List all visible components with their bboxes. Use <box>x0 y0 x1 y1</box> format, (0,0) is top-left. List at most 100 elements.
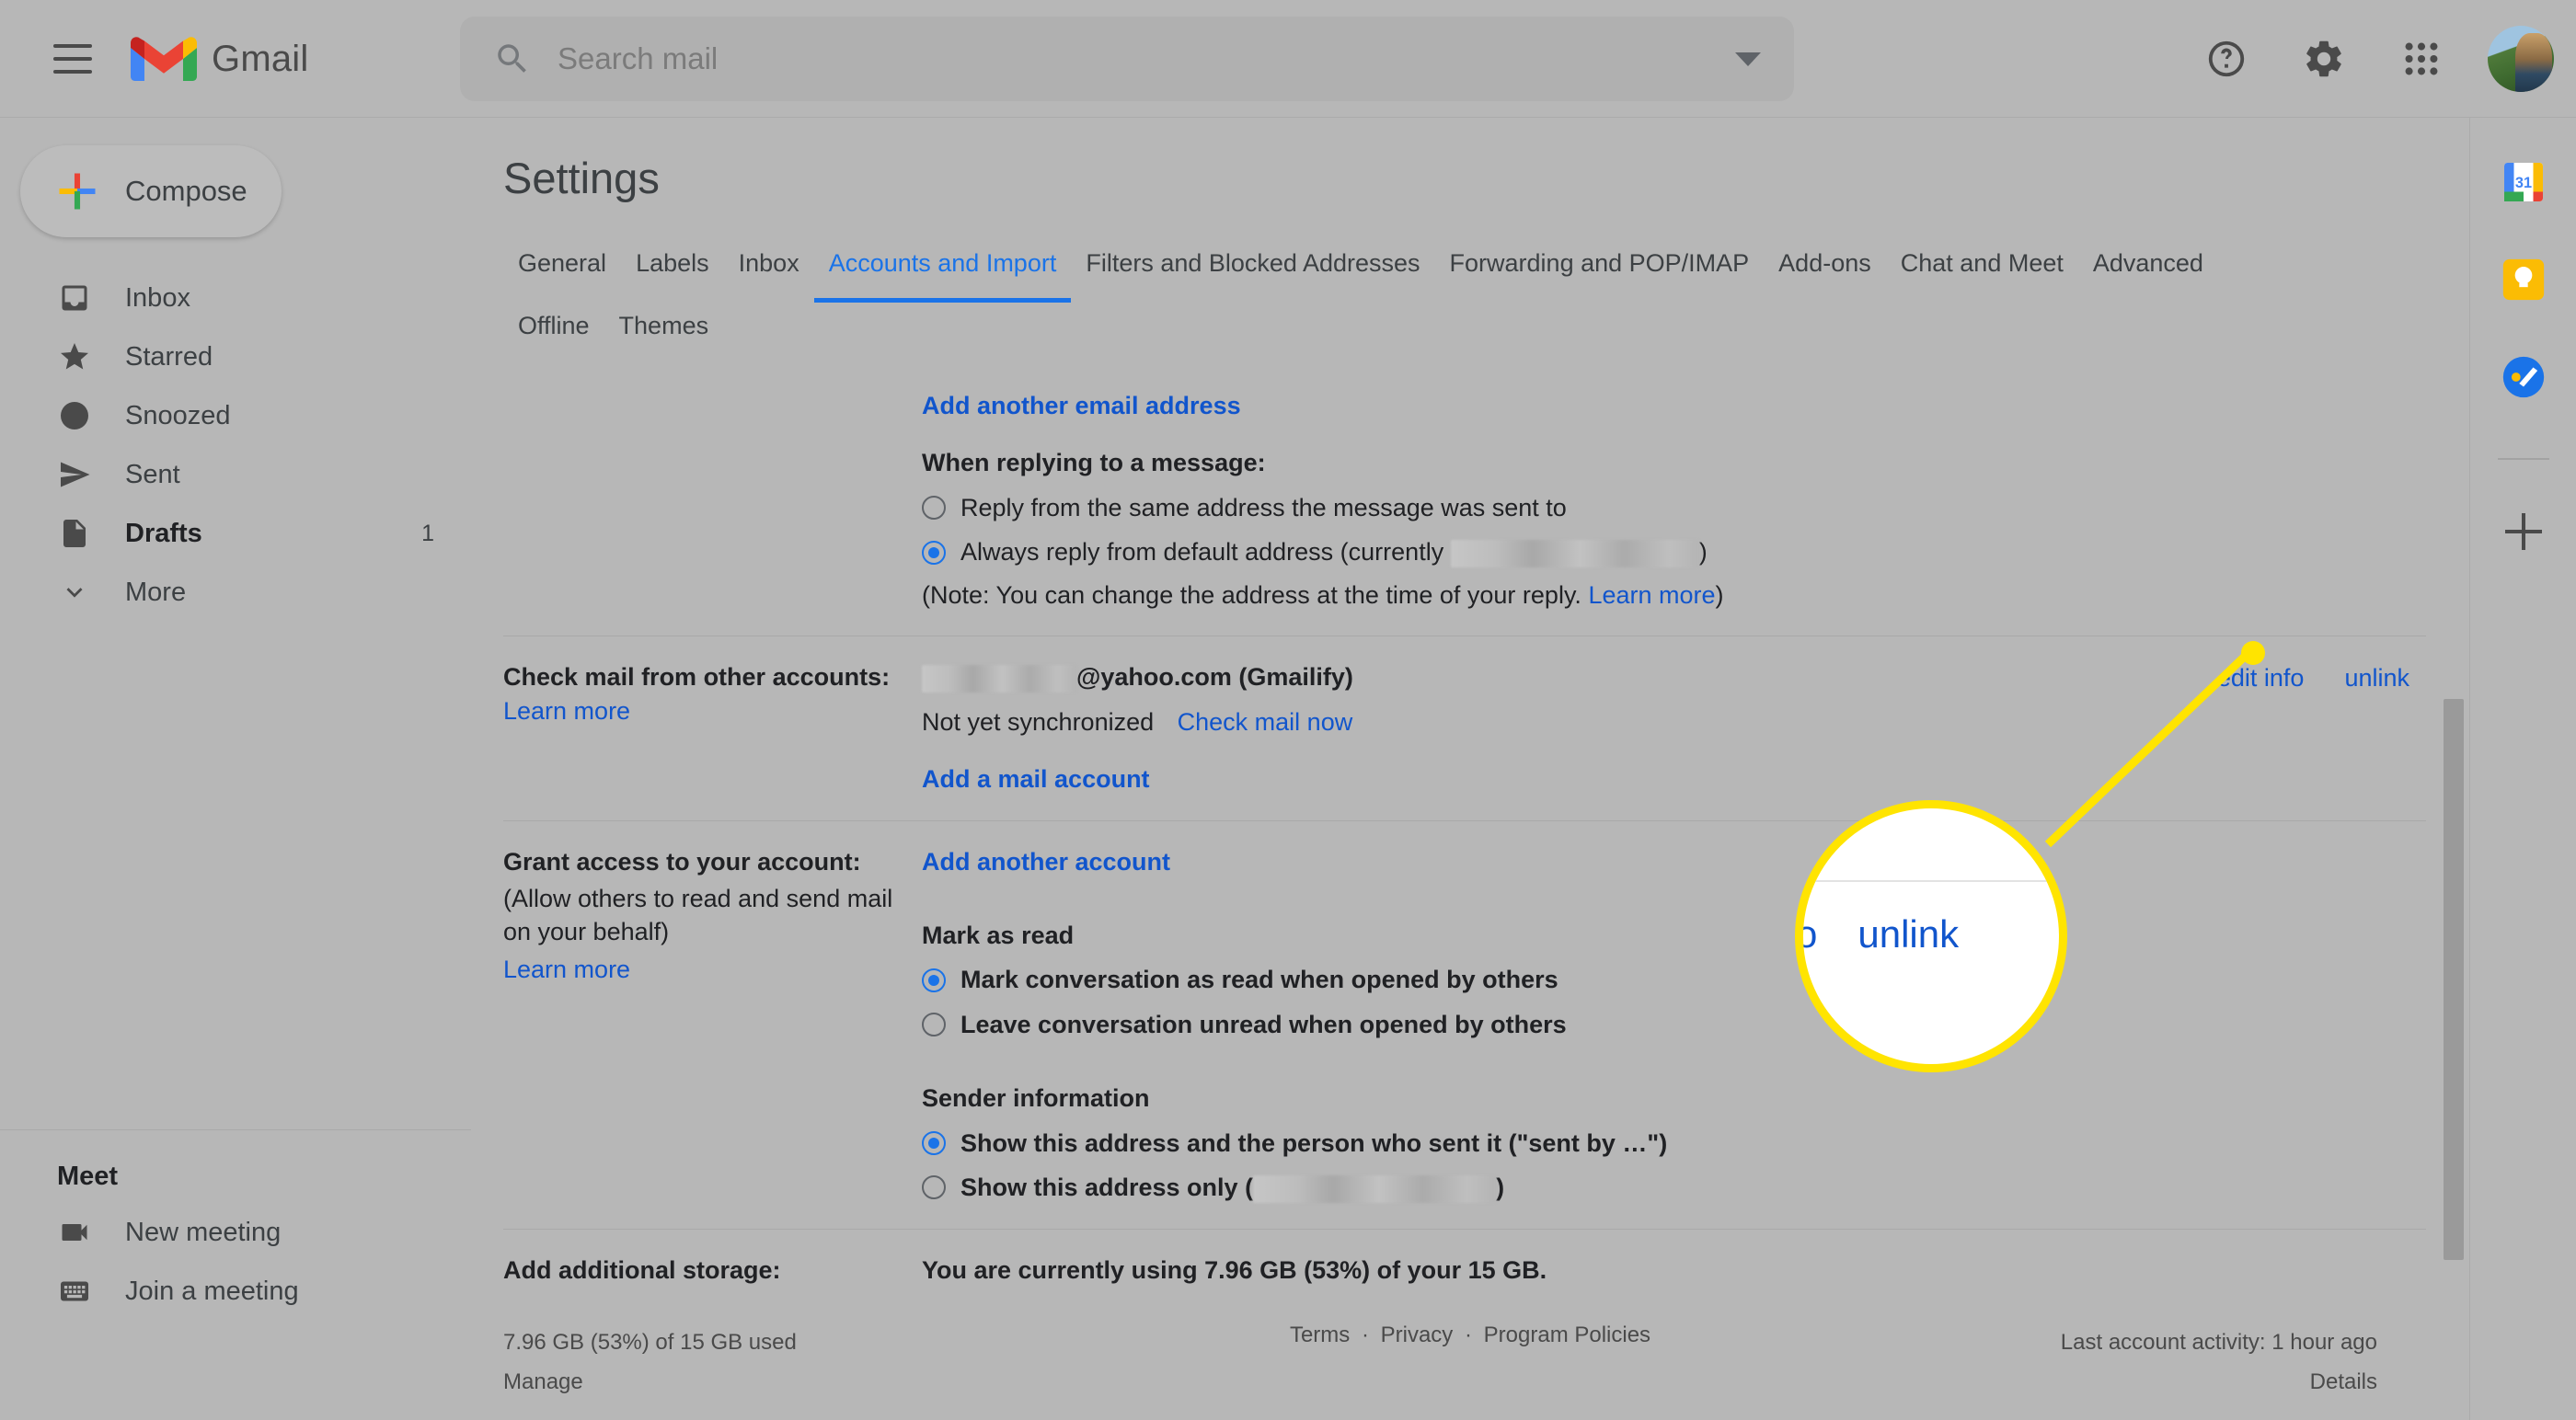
sidebar-item-drafts[interactable]: Drafts 1 <box>0 504 471 563</box>
radio-show-address-only[interactable]: Show this address only () <box>922 1171 2426 1204</box>
hamburger-bar <box>53 57 92 61</box>
learn-more-link[interactable]: Learn more <box>503 956 630 983</box>
redacted-email-address <box>1450 540 1699 568</box>
learn-more-link[interactable]: Learn more <box>503 697 630 725</box>
google-apps-button[interactable] <box>2383 20 2460 97</box>
footer-storage: 7.96 GB (53%) of 15 GB used Manage <box>503 1323 797 1402</box>
radio-button[interactable] <box>922 540 946 565</box>
meet-divider <box>0 1129 471 1130</box>
compose-button[interactable]: Compose <box>20 145 282 237</box>
radio-button[interactable] <box>922 496 946 521</box>
compose-label: Compose <box>125 175 247 207</box>
meet-section: Meet New meeting Join a meeting <box>0 1102 471 1321</box>
last-account-activity: Last account activity: 1 hour ago <box>2060 1330 2377 1355</box>
radio-reply-same-address[interactable]: Reply from the same address the message … <box>922 491 2426 524</box>
meet-title: Meet <box>57 1162 119 1191</box>
radio-leave-conversation-unread[interactable]: Leave conversation unread when opened by… <box>922 1008 2426 1041</box>
tab-advanced[interactable]: Advanced <box>2078 240 2218 303</box>
sidebar-item-label: Snoozed <box>125 400 231 430</box>
radio-button[interactable] <box>922 1013 946 1037</box>
search-input[interactable] <box>558 41 1735 76</box>
radio-button[interactable] <box>922 1175 946 1200</box>
section-grant-access: Grant access to your account: (Allow oth… <box>503 821 2426 1230</box>
tab-chat-and-meet[interactable]: Chat and Meet <box>1886 240 2078 303</box>
user-avatar[interactable] <box>2488 26 2554 92</box>
add-app-button[interactable] <box>2498 506 2549 557</box>
main-menu-button[interactable] <box>33 19 112 98</box>
magnifier-text: o unlink <box>1803 912 2059 956</box>
radio-mark-conversation-read[interactable]: Mark conversation as read when opened by… <box>922 963 2426 996</box>
tab-forwarding-and-pop-imap[interactable]: Forwarding and POP/IMAP <box>1435 240 1765 303</box>
apps-grid-icon <box>2405 42 2438 75</box>
section-body: @yahoo.com (Gmailify) Not yet synchroniz… <box>922 660 2426 796</box>
tab-inbox[interactable]: Inbox <box>724 240 814 303</box>
sidebar-item-new-meeting[interactable]: New meeting <box>0 1203 471 1262</box>
unlink-link[interactable]: unlink <box>2344 664 2409 693</box>
add-a-mail-account-link[interactable]: Add a mail account <box>922 765 1150 793</box>
details-link[interactable]: Details <box>2310 1369 2377 1394</box>
sidebar-item-label: Join a meeting <box>125 1276 299 1306</box>
separator: · <box>1464 1323 1472 1347</box>
radio-label-suffix: ) <box>1698 538 1708 567</box>
settings-content: Add another email address When replying … <box>503 365 2426 1353</box>
sender-information-heading: Sender information <box>922 1084 1150 1113</box>
sidebar-item-inbox[interactable]: Inbox <box>0 269 471 327</box>
radio-label-prefix: Show this address only ( <box>960 1174 1254 1202</box>
note-prefix: (Note: You can change the address at the… <box>922 580 1589 609</box>
search-bar[interactable] <box>460 17 1794 101</box>
tab-themes[interactable]: Themes <box>604 303 724 365</box>
side-apps-panel: 31 <box>2469 118 2576 1420</box>
sync-status-row: Not yet synchronized Check mail now <box>922 705 2426 739</box>
sidebar-item-snoozed[interactable]: Snoozed <box>0 386 471 445</box>
sidebar-item-join-meeting[interactable]: Join a meeting <box>0 1262 471 1321</box>
radio-always-reply-default[interactable]: Always reply from default address (curre… <box>922 535 2426 568</box>
sidebar-item-label: Starred <box>125 341 213 372</box>
terms-link[interactable]: Terms <box>1290 1323 1350 1347</box>
search-options-chevron-down-icon[interactable] <box>1735 52 1761 66</box>
tab-accounts-and-import[interactable]: Accounts and Import <box>813 240 1072 303</box>
settings-button[interactable] <box>2285 20 2363 97</box>
section-label: Check mail from other accounts: Learn mo… <box>503 660 922 796</box>
reply-note: (Note: You can change the address at the… <box>922 578 2426 612</box>
sidebar-item-sent[interactable]: Sent <box>0 445 471 504</box>
draft-icon <box>57 516 92 551</box>
sidebar-item-more[interactable]: More <box>0 563 471 622</box>
footer-account-activity: Last account activity: 1 hour ago Detail… <box>2061 1323 2377 1402</box>
google-calendar-icon[interactable]: 31 <box>2498 156 2549 208</box>
edit-info-link[interactable]: edit info <box>2217 664 2305 693</box>
check-mail-label: Check mail from other accounts: <box>503 663 891 692</box>
tab-offline[interactable]: Offline <box>503 303 604 365</box>
storage-usage-text: You are currently using 7.96 GB (53%) of… <box>922 1255 1547 1284</box>
radio-button[interactable] <box>922 1130 946 1155</box>
check-mail-now-link[interactable]: Check mail now <box>1178 708 1353 736</box>
gmail-brand[interactable]: Gmail <box>131 34 308 84</box>
inbox-icon <box>57 281 92 315</box>
learn-more-link[interactable]: Learn more <box>1588 581 1715 609</box>
radio-button[interactable] <box>922 968 946 992</box>
google-keep-icon[interactable] <box>2498 254 2549 305</box>
program-policies-link[interactable]: Program Policies <box>1484 1323 1650 1347</box>
tab-labels[interactable]: Labels <box>621 240 724 303</box>
sidebar-item-label: Drafts <box>125 518 202 548</box>
page-title: Settings <box>503 154 660 202</box>
google-tasks-icon[interactable] <box>2498 351 2549 403</box>
manage-storage-link[interactable]: Manage <box>503 1369 583 1394</box>
radio-label: Reply from the same address the message … <box>960 493 1567 521</box>
tab-filters-and-blocked-addresses[interactable]: Filters and Blocked Addresses <box>1071 240 1434 303</box>
radio-label: Always reply from default address (curre… <box>960 535 1708 568</box>
brand-name: Gmail <box>212 38 309 79</box>
scrollbar-thumb[interactable] <box>2444 699 2464 1260</box>
tab-general[interactable]: General <box>503 240 621 303</box>
hamburger-bar <box>53 44 92 48</box>
add-another-email-address-link[interactable]: Add another email address <box>922 392 1241 419</box>
sidebar-item-starred[interactable]: Starred <box>0 327 471 386</box>
radio-show-address-and-person[interactable]: Show this address and the person who sen… <box>922 1127 2426 1160</box>
plus-icon <box>59 173 96 210</box>
tab-add-ons[interactable]: Add-ons <box>1764 240 1886 303</box>
separator: · <box>1361 1323 1369 1347</box>
privacy-link[interactable]: Privacy <box>1381 1323 1454 1347</box>
footer-policy-links: Terms · Privacy · Program Policies <box>1290 1323 1650 1348</box>
add-another-account-link[interactable]: Add another account <box>922 848 1170 876</box>
radio-label-suffix: ) <box>1496 1174 1505 1202</box>
help-button[interactable] <box>2188 20 2265 97</box>
